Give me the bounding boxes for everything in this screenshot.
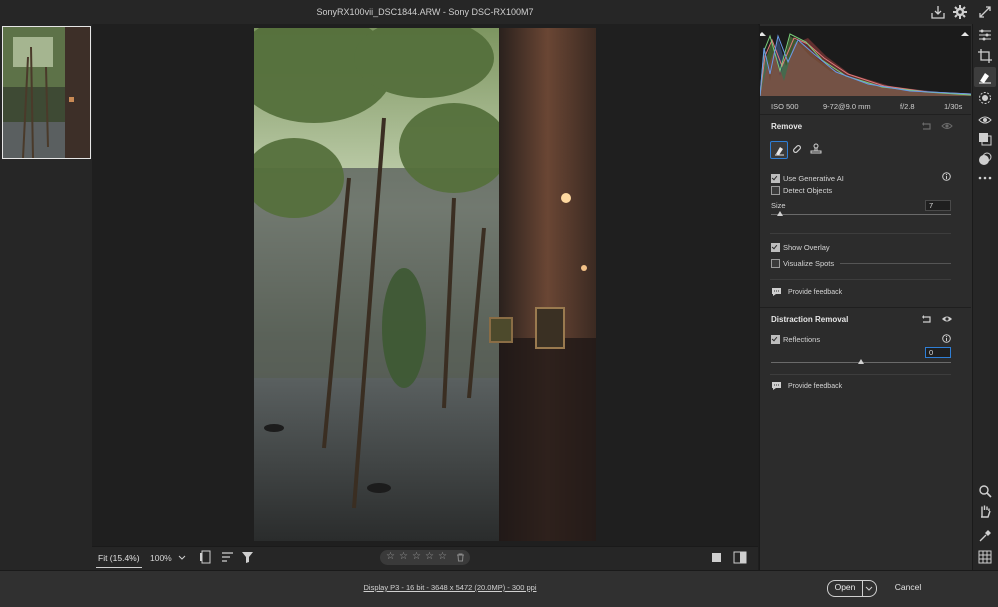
clone-stamp-icon[interactable] bbox=[810, 143, 822, 155]
feedback-icon[interactable] bbox=[771, 381, 782, 391]
reflections-label: Reflections bbox=[783, 335, 821, 344]
filmstrip-thumbnail[interactable] bbox=[2, 26, 91, 159]
red-eye-icon[interactable] bbox=[978, 113, 992, 127]
reflections-slider-handle[interactable] bbox=[858, 359, 864, 364]
open-button-divider bbox=[862, 580, 863, 597]
use-generative-ai-checkbox[interactable] bbox=[771, 174, 780, 183]
remove-brush-tool[interactable] bbox=[770, 141, 788, 159]
exif-lens: 9-72@9.0 mm bbox=[823, 102, 871, 111]
rating-star[interactable]: ☆ bbox=[412, 551, 421, 562]
masking-icon[interactable] bbox=[978, 91, 992, 105]
size-label: Size bbox=[771, 201, 786, 210]
rating-star[interactable]: ☆ bbox=[399, 551, 408, 562]
exif-shutter: 1/30s bbox=[944, 102, 963, 111]
visualize-spots-label: Visualize Spots bbox=[783, 259, 835, 268]
cancel-button[interactable]: Cancel bbox=[886, 580, 930, 595]
show-overlay-label: Show Overlay bbox=[783, 243, 830, 252]
background-color-icon[interactable] bbox=[711, 552, 722, 563]
histogram bbox=[760, 26, 971, 96]
rating-star[interactable]: ☆ bbox=[438, 551, 447, 562]
panel-divider bbox=[760, 307, 971, 308]
rating-star[interactable]: ☆ bbox=[386, 551, 395, 562]
fit-zoom-button[interactable]: Fit (15.4%) bbox=[96, 549, 142, 568]
use-generative-ai-label: Use Generative AI bbox=[783, 174, 844, 183]
info-icon[interactable] bbox=[942, 334, 951, 343]
rating-bar: ☆ ☆ ☆ ☆ ☆ bbox=[380, 550, 470, 565]
eraser-icon bbox=[774, 145, 785, 156]
size-slider-handle[interactable] bbox=[777, 211, 783, 216]
section-divider bbox=[770, 279, 951, 280]
size-slider-track[interactable] bbox=[771, 214, 951, 215]
eraser-icon bbox=[978, 70, 992, 84]
zoom-icon[interactable] bbox=[978, 484, 992, 498]
feedback-icon[interactable] bbox=[771, 287, 782, 297]
zoom-100-button[interactable]: 100% bbox=[150, 549, 172, 567]
crop-icon[interactable] bbox=[978, 49, 992, 63]
info-icon[interactable] bbox=[942, 172, 951, 181]
expand-icon[interactable] bbox=[977, 4, 993, 20]
remove-section-title[interactable]: Remove bbox=[771, 122, 802, 131]
detect-objects-label: Detect Objects bbox=[783, 186, 833, 195]
rating-star[interactable]: ☆ bbox=[425, 551, 434, 562]
reset-icon[interactable] bbox=[921, 314, 933, 324]
remove-tool-active[interactable] bbox=[974, 67, 996, 87]
show-overlay-checkbox[interactable] bbox=[771, 243, 780, 252]
size-value-field[interactable]: 7 bbox=[925, 200, 951, 211]
photo-preview[interactable] bbox=[254, 28, 596, 541]
chevron-down-icon[interactable] bbox=[178, 553, 186, 561]
section-divider bbox=[770, 233, 951, 234]
sort-icon[interactable] bbox=[221, 551, 235, 563]
reflections-value-field[interactable]: 0 bbox=[925, 347, 951, 358]
visualize-spots-checkbox[interactable] bbox=[771, 259, 780, 268]
trash-icon[interactable] bbox=[456, 553, 465, 562]
distraction-removal-title[interactable]: Distraction Removal bbox=[771, 315, 848, 324]
visibility-eye-icon[interactable] bbox=[941, 121, 953, 131]
save-icon[interactable] bbox=[930, 4, 946, 20]
snapshots-icon[interactable] bbox=[978, 152, 992, 166]
more-options-icon[interactable] bbox=[978, 171, 992, 185]
workflow-options-link[interactable]: Display P3 - 16 bit - 3648 x 5472 (20.0M… bbox=[300, 583, 600, 592]
edit-sliders-icon[interactable] bbox=[978, 28, 992, 42]
filter-icon[interactable] bbox=[241, 551, 255, 564]
presets-icon[interactable] bbox=[978, 132, 992, 146]
color-sampler-icon[interactable] bbox=[978, 529, 992, 543]
reset-icon[interactable] bbox=[921, 121, 933, 131]
exif-iso: ISO 500 bbox=[771, 102, 799, 111]
grid-overlay-icon[interactable] bbox=[978, 550, 992, 564]
visualize-spots-slider[interactable] bbox=[840, 263, 951, 264]
hand-icon[interactable] bbox=[978, 504, 992, 518]
exif-aperture: f/2.8 bbox=[900, 102, 915, 111]
detect-objects-checkbox[interactable] bbox=[771, 186, 780, 195]
open-options-chevron-icon[interactable] bbox=[865, 584, 873, 592]
window-title: SonyRX100vii_DSC1844.ARW - Sony DSC-RX10… bbox=[316, 7, 534, 17]
provide-feedback-link[interactable]: Provide feedback bbox=[788, 289, 842, 296]
heal-bandage-icon[interactable] bbox=[791, 143, 803, 155]
visibility-eye-icon[interactable] bbox=[941, 314, 953, 324]
filmstrip-toggle-icon[interactable] bbox=[199, 550, 213, 564]
gear-icon[interactable] bbox=[952, 4, 968, 20]
section-divider bbox=[770, 374, 951, 375]
reflections-checkbox[interactable] bbox=[771, 335, 780, 344]
before-after-icon[interactable] bbox=[733, 551, 747, 564]
open-button-label[interactable]: Open bbox=[829, 580, 861, 595]
provide-feedback-link[interactable]: Provide feedback bbox=[788, 383, 842, 390]
